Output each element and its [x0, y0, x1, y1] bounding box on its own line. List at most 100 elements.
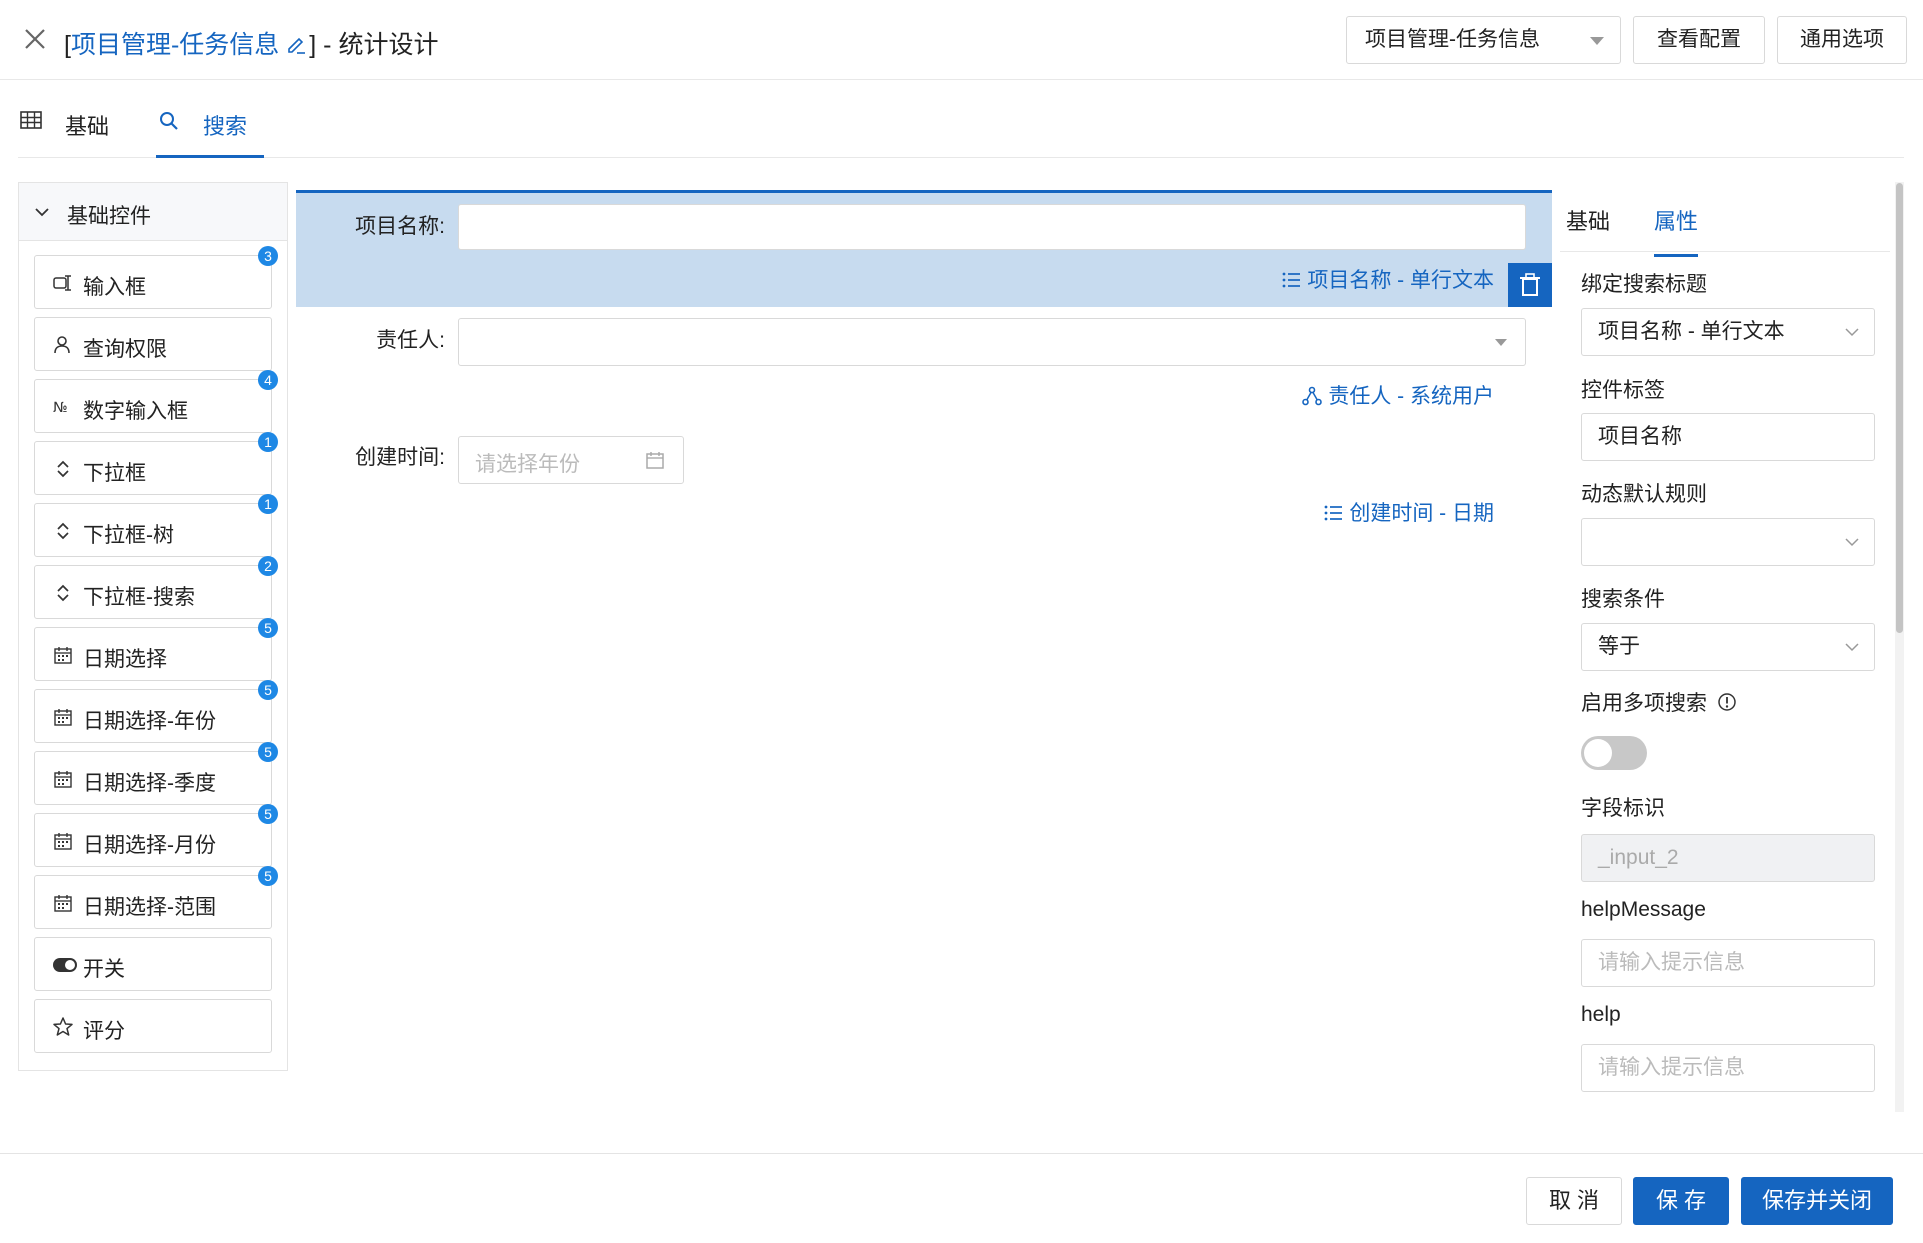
count-badge: 5	[258, 618, 278, 638]
save-button[interactable]: 保 存	[1633, 1177, 1729, 1225]
field-id-value: _input_2	[1598, 846, 1679, 869]
control-item[interactable]: 开关	[34, 937, 272, 991]
help-message-input[interactable]: 请输入提示信息	[1581, 939, 1875, 987]
responsible-person-select[interactable]	[458, 318, 1526, 366]
search-condition-select[interactable]: 等于	[1581, 623, 1875, 671]
multi-search-label-text: 启用多项搜索	[1581, 692, 1707, 715]
field-binding-info[interactable]: 创建时间 - 日期	[1323, 497, 1494, 527]
control-item[interactable]: 日期选择-季度 5	[34, 742, 278, 805]
control-item-label: 日期选择	[83, 648, 167, 671]
title-form-link[interactable]: 项目管理-任务信息	[71, 31, 279, 59]
properties-tabs: 基础 属性	[1560, 182, 1890, 257]
tab-search[interactable]: 搜索	[156, 80, 264, 158]
input-icon	[52, 272, 74, 294]
project-name-input[interactable]	[458, 204, 1526, 250]
title-suffix: ] - 统计设计	[309, 31, 439, 59]
delete-field-button[interactable]	[1508, 263, 1552, 307]
title-prefix: [	[64, 31, 71, 59]
count-badge: 4	[258, 370, 278, 390]
control-item-label: 开关	[83, 958, 125, 981]
field-binding-info[interactable]: 责任人 - 系统用户	[1302, 380, 1494, 410]
calendar-icon	[52, 768, 74, 790]
group-header-basic-controls[interactable]: 基础控件	[19, 183, 287, 241]
info-icon[interactable]	[1717, 692, 1737, 712]
control-item-label: 下拉框-树	[83, 524, 174, 547]
cancel-button[interactable]: 取 消	[1526, 1177, 1622, 1225]
updown-icon	[52, 582, 74, 604]
bind-title-label: 绑定搜索标题	[1581, 273, 1707, 296]
caret-down-icon	[1495, 339, 1507, 346]
form-select[interactable]: 项目管理-任务信息	[1346, 16, 1621, 64]
close-icon[interactable]	[20, 24, 50, 54]
multi-search-label: 启用多项搜索	[1581, 687, 1737, 717]
caret-down-icon	[1590, 37, 1604, 45]
control-item[interactable]: 输入框 3	[34, 246, 278, 309]
created-year-picker[interactable]: 请选择年份	[458, 436, 684, 484]
star-icon	[52, 1016, 74, 1038]
chevron-down-icon	[1845, 643, 1859, 652]
control-item-label: 数字输入框	[83, 400, 188, 423]
dialog-header: [项目管理-任务信息] - 统计设计 项目管理-任务信息 查看配置 通用选项	[0, 0, 1923, 80]
field-responsible-person[interactable]: 责任人: 责任人 - 系统用户	[296, 307, 1552, 425]
control-item[interactable]: 日期选择-范围 5	[34, 866, 278, 929]
control-item-label: 日期选择-月份	[83, 834, 216, 857]
group-title: 基础控件	[67, 205, 151, 228]
control-label-input[interactable]: 项目名称	[1581, 413, 1875, 461]
properties-scrollbar[interactable]	[1896, 183, 1903, 633]
tab-props-attributes[interactable]: 属性	[1654, 204, 1699, 257]
help-label: help	[1581, 1003, 1621, 1026]
control-item[interactable]: 查询权限	[34, 317, 272, 371]
general-options-button[interactable]: 通用选项	[1777, 16, 1907, 64]
count-badge: 5	[258, 742, 278, 762]
field-label: 责任人:	[376, 329, 445, 352]
control-item[interactable]: 下拉框-树 1	[34, 494, 278, 557]
control-item-label: 下拉框-搜索	[83, 586, 195, 609]
chevron-down-icon	[1845, 538, 1859, 547]
field-binding-info[interactable]: 项目名称 - 单行文本	[1281, 264, 1494, 294]
dynamic-default-select[interactable]	[1581, 518, 1875, 566]
field-id-input: _input_2	[1581, 834, 1875, 882]
org-icon	[1302, 386, 1323, 406]
search-condition-value: 等于	[1598, 635, 1640, 658]
control-item[interactable]: 日期选择 5	[34, 618, 278, 681]
count-badge: 1	[258, 494, 278, 514]
dynamic-default-label: 动态默认规则	[1581, 483, 1707, 506]
control-item[interactable]: № 数字输入框 4	[34, 370, 278, 433]
list-icon	[1324, 505, 1343, 521]
pencil-icon[interactable]	[285, 33, 307, 55]
calendar-icon	[52, 644, 74, 666]
field-meta-text: 项目名称 - 单行文本	[1307, 269, 1494, 292]
calendar-icon	[52, 892, 74, 914]
help-input[interactable]: 请输入提示信息	[1581, 1044, 1875, 1092]
tab-basic[interactable]: 基础	[18, 80, 118, 158]
controls-panel: 基础控件 输入框 3 查询权限 № 数字输入框 4 下拉框 1 下拉框-树 1 下拉框-搜索 2 日期选…	[18, 182, 288, 1071]
control-item[interactable]: 下拉框-搜索 2	[34, 556, 278, 619]
field-label: 项目名称:	[355, 215, 445, 238]
field-project-name[interactable]: 项目名称: 项目名称 - 单行文本	[296, 190, 1552, 307]
help-message-placeholder: 请输入提示信息	[1598, 951, 1745, 974]
dialog-footer: 取 消 保 存 保存并关闭	[0, 1153, 1923, 1243]
control-item[interactable]: 日期选择-年份 5	[34, 680, 278, 743]
count-badge: 5	[258, 680, 278, 700]
dialog-title: [项目管理-任务信息 ] - 统计设计	[64, 25, 438, 61]
trash-icon	[1520, 273, 1540, 296]
control-item-label: 查询权限	[83, 338, 167, 361]
tab-props-basic[interactable]: 基础	[1566, 204, 1610, 236]
field-label: 创建时间:	[355, 446, 445, 469]
field-meta-text: 责任人 - 系统用户	[1328, 385, 1494, 408]
help-message-label: helpMessage	[1581, 898, 1706, 921]
search-icon	[160, 112, 178, 130]
search-condition-label: 搜索条件	[1581, 588, 1665, 611]
control-item-label: 下拉框	[83, 462, 146, 485]
control-item[interactable]: 下拉框 1	[34, 432, 278, 495]
calendar-icon	[52, 830, 74, 852]
field-created-time[interactable]: 创建时间: 请选择年份 创建时间 - 日期	[296, 425, 1552, 543]
list-icon	[1282, 272, 1301, 288]
control-item[interactable]: 评分	[34, 999, 272, 1053]
multi-search-toggle[interactable]	[1581, 736, 1647, 770]
save-and-close-button[interactable]: 保存并关闭	[1741, 1177, 1893, 1225]
view-config-button[interactable]: 查看配置	[1633, 16, 1765, 64]
bind-title-select[interactable]: 项目名称 - 单行文本	[1581, 308, 1875, 356]
control-item[interactable]: 日期选择-月份 5	[34, 804, 278, 867]
number-icon: №	[52, 396, 74, 418]
